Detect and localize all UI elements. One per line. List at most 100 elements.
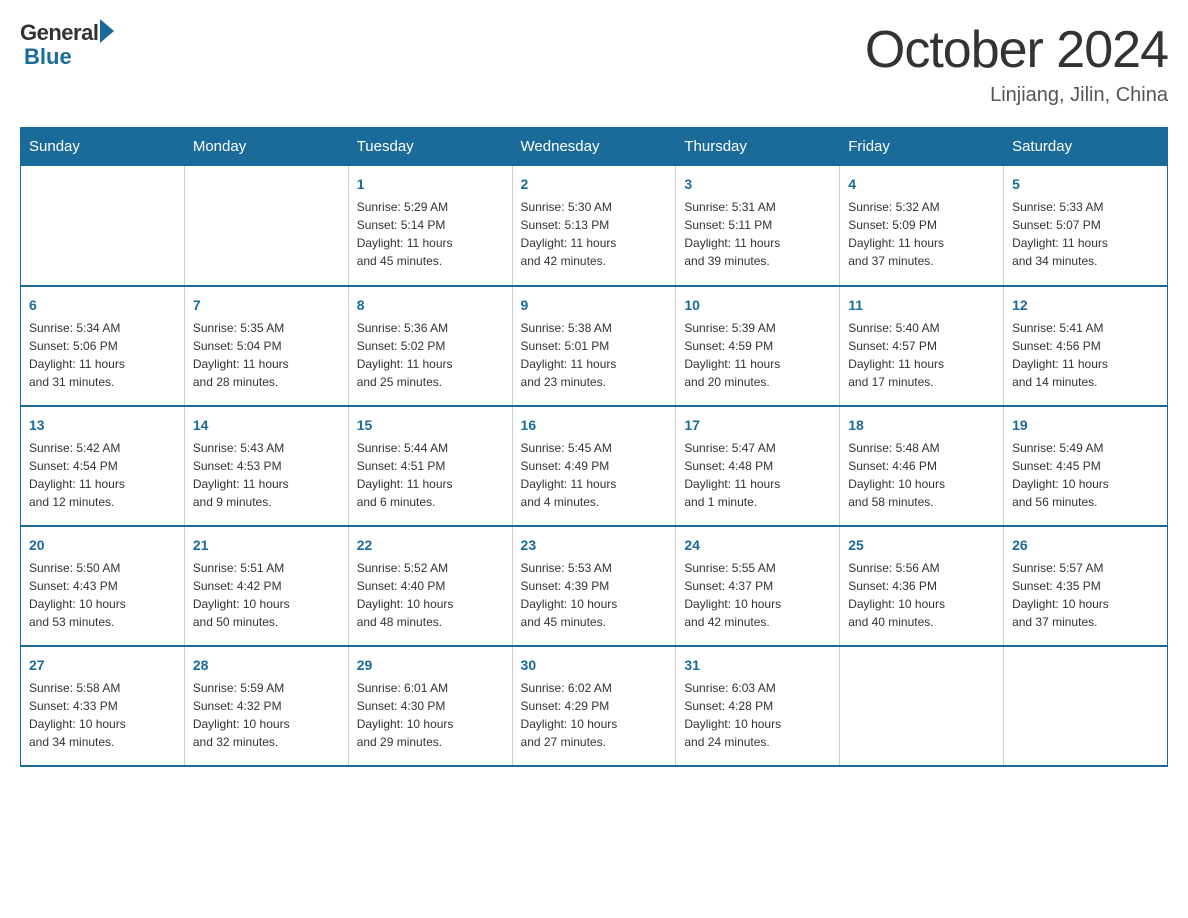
header-row: SundayMondayTuesdayWednesdayThursdayFrid…	[21, 128, 1168, 166]
calendar-cell: 7Sunrise: 5:35 AM Sunset: 5:04 PM Daylig…	[184, 286, 348, 406]
day-number: 24	[684, 535, 831, 556]
calendar-cell: 30 Sunrise: 6:02 AM Sunset: 4:29 PM Dayli…	[512, 646, 676, 766]
logo-general-text: General	[20, 20, 98, 46]
calendar-header: SundayMondayTuesdayWednesdayThursdayFrid…	[21, 128, 1168, 166]
calendar-week-5: 27 Sunrise: 5:58 AM Sunset: 4:33 PM Dayli…	[21, 646, 1168, 766]
day-number: 1	[357, 174, 504, 195]
day-info: Sunrise: 6:03 AM Sunset: 4:28 PM Dayligh…	[684, 679, 831, 751]
day-number: 4	[848, 174, 995, 195]
location-subtitle: Linjiang, Jilin, China	[865, 84, 1168, 107]
calendar-week-1: 1 Sunrise: 5:29 AM Sunset: 5:14 PM Daylig…	[21, 166, 1168, 286]
logo: General Blue	[20, 20, 114, 70]
logo-blue-text: Blue	[24, 44, 72, 70]
calendar-cell: 2Sunrise: 5:30 AM Sunset: 5:13 PM Daylig…	[512, 166, 676, 286]
calendar-cell: 15Sunrise: 5:44 AM Sunset: 4:51 PM Dayli…	[348, 406, 512, 526]
day-number: 6	[29, 295, 176, 316]
day-number: 9	[521, 295, 668, 316]
month-title: October 2024	[865, 20, 1168, 80]
day-number: 23	[521, 535, 668, 556]
calendar-cell: 5 Sunrise: 5:33 AM Sunset: 5:07 PM Daylig…	[1004, 166, 1168, 286]
header-cell-monday: Monday	[184, 128, 348, 166]
calendar-cell: 25Sunrise: 5:56 AM Sunset: 4:36 PM Dayli…	[840, 526, 1004, 646]
calendar-week-3: 13Sunrise: 5:42 AM Sunset: 4:54 PM Dayli…	[21, 406, 1168, 526]
calendar-cell: 19Sunrise: 5:49 AM Sunset: 4:45 PM Dayli…	[1004, 406, 1168, 526]
day-info: Sunrise: 5:41 AM Sunset: 4:56 PM Dayligh…	[1012, 319, 1159, 391]
calendar-cell: 29 Sunrise: 6:01 AM Sunset: 4:30 PM Dayli…	[348, 646, 512, 766]
calendar-cell: 8 Sunrise: 5:36 AM Sunset: 5:02 PM Daylig…	[348, 286, 512, 406]
day-info: Sunrise: 5:42 AM Sunset: 4:54 PM Dayligh…	[29, 439, 176, 511]
day-info: Sunrise: 5:51 AM Sunset: 4:42 PM Dayligh…	[193, 559, 340, 631]
calendar-cell: 3Sunrise: 5:31 AM Sunset: 5:11 PM Daylig…	[676, 166, 840, 286]
calendar-cell	[840, 646, 1004, 766]
day-info: Sunrise: 5:57 AM Sunset: 4:35 PM Dayligh…	[1012, 559, 1159, 631]
header-cell-sunday: Sunday	[21, 128, 185, 166]
day-info: Sunrise: 5:58 AM Sunset: 4:33 PM Dayligh…	[29, 679, 176, 751]
header-cell-thursday: Thursday	[676, 128, 840, 166]
calendar-cell: 27 Sunrise: 5:58 AM Sunset: 4:33 PM Dayli…	[21, 646, 185, 766]
day-info: Sunrise: 5:36 AM Sunset: 5:02 PM Dayligh…	[357, 319, 504, 391]
day-info: Sunrise: 5:38 AM Sunset: 5:01 PM Dayligh…	[521, 319, 668, 391]
day-number: 29	[357, 655, 504, 676]
day-number: 8	[357, 295, 504, 316]
day-number: 14	[193, 415, 340, 436]
calendar-cell: 21 Sunrise: 5:51 AM Sunset: 4:42 PM Dayli…	[184, 526, 348, 646]
day-number: 10	[684, 295, 831, 316]
day-info: Sunrise: 6:02 AM Sunset: 4:29 PM Dayligh…	[521, 679, 668, 751]
calendar-cell: 24 Sunrise: 5:55 AM Sunset: 4:37 PM Dayli…	[676, 526, 840, 646]
day-info: Sunrise: 5:55 AM Sunset: 4:37 PM Dayligh…	[684, 559, 831, 631]
header-cell-wednesday: Wednesday	[512, 128, 676, 166]
calendar-cell	[184, 166, 348, 286]
day-info: Sunrise: 5:43 AM Sunset: 4:53 PM Dayligh…	[193, 439, 340, 511]
day-number: 26	[1012, 535, 1159, 556]
calendar-cell: 22 Sunrise: 5:52 AM Sunset: 4:40 PM Dayli…	[348, 526, 512, 646]
day-info: Sunrise: 5:39 AM Sunset: 4:59 PM Dayligh…	[684, 319, 831, 391]
day-info: Sunrise: 5:53 AM Sunset: 4:39 PM Dayligh…	[521, 559, 668, 631]
title-area: October 2024 Linjiang, Jilin, China	[865, 20, 1168, 107]
logo-arrow-icon	[100, 19, 114, 43]
day-number: 15	[357, 415, 504, 436]
header-cell-saturday: Saturday	[1004, 128, 1168, 166]
day-number: 22	[357, 535, 504, 556]
calendar-cell	[21, 166, 185, 286]
calendar-cell: 1 Sunrise: 5:29 AM Sunset: 5:14 PM Daylig…	[348, 166, 512, 286]
day-number: 11	[848, 295, 995, 316]
day-number: 3	[684, 174, 831, 195]
calendar-cell: 26 Sunrise: 5:57 AM Sunset: 4:35 PM Dayli…	[1004, 526, 1168, 646]
day-info: Sunrise: 5:56 AM Sunset: 4:36 PM Dayligh…	[848, 559, 995, 631]
day-info: Sunrise: 5:40 AM Sunset: 4:57 PM Dayligh…	[848, 319, 995, 391]
day-info: Sunrise: 5:52 AM Sunset: 4:40 PM Dayligh…	[357, 559, 504, 631]
calendar-cell: 16 Sunrise: 5:45 AM Sunset: 4:49 PM Dayli…	[512, 406, 676, 526]
day-number: 21	[193, 535, 340, 556]
day-number: 31	[684, 655, 831, 676]
calendar-week-2: 6 Sunrise: 5:34 AM Sunset: 5:06 PM Daylig…	[21, 286, 1168, 406]
calendar-cell: 28Sunrise: 5:59 AM Sunset: 4:32 PM Dayli…	[184, 646, 348, 766]
day-info: Sunrise: 5:45 AM Sunset: 4:49 PM Dayligh…	[521, 439, 668, 511]
calendar-cell: 11 Sunrise: 5:40 AM Sunset: 4:57 PM Dayli…	[840, 286, 1004, 406]
calendar-cell: 20 Sunrise: 5:50 AM Sunset: 4:43 PM Dayli…	[21, 526, 185, 646]
header-cell-friday: Friday	[840, 128, 1004, 166]
calendar-cell: 17Sunrise: 5:47 AM Sunset: 4:48 PM Dayli…	[676, 406, 840, 526]
day-info: Sunrise: 5:29 AM Sunset: 5:14 PM Dayligh…	[357, 198, 504, 270]
day-info: Sunrise: 5:33 AM Sunset: 5:07 PM Dayligh…	[1012, 198, 1159, 270]
day-number: 12	[1012, 295, 1159, 316]
calendar-cell: 31 Sunrise: 6:03 AM Sunset: 4:28 PM Dayli…	[676, 646, 840, 766]
calendar-cell: 23 Sunrise: 5:53 AM Sunset: 4:39 PM Dayli…	[512, 526, 676, 646]
calendar-cell: 18 Sunrise: 5:48 AM Sunset: 4:46 PM Dayli…	[840, 406, 1004, 526]
day-number: 16	[521, 415, 668, 436]
day-info: Sunrise: 5:34 AM Sunset: 5:06 PM Dayligh…	[29, 319, 176, 391]
day-number: 5	[1012, 174, 1159, 195]
day-number: 27	[29, 655, 176, 676]
day-number: 18	[848, 415, 995, 436]
calendar-week-4: 20 Sunrise: 5:50 AM Sunset: 4:43 PM Dayli…	[21, 526, 1168, 646]
calendar-cell: 9 Sunrise: 5:38 AM Sunset: 5:01 PM Daylig…	[512, 286, 676, 406]
calendar-cell: 13Sunrise: 5:42 AM Sunset: 4:54 PM Dayli…	[21, 406, 185, 526]
calendar-cell: 4Sunrise: 5:32 AM Sunset: 5:09 PM Daylig…	[840, 166, 1004, 286]
day-number: 20	[29, 535, 176, 556]
day-info: Sunrise: 5:50 AM Sunset: 4:43 PM Dayligh…	[29, 559, 176, 631]
day-info: Sunrise: 5:48 AM Sunset: 4:46 PM Dayligh…	[848, 439, 995, 511]
day-number: 17	[684, 415, 831, 436]
calendar-cell: 12 Sunrise: 5:41 AM Sunset: 4:56 PM Dayli…	[1004, 286, 1168, 406]
day-number: 30	[521, 655, 668, 676]
day-info: Sunrise: 5:35 AM Sunset: 5:04 PM Dayligh…	[193, 319, 340, 391]
day-info: Sunrise: 6:01 AM Sunset: 4:30 PM Dayligh…	[357, 679, 504, 751]
